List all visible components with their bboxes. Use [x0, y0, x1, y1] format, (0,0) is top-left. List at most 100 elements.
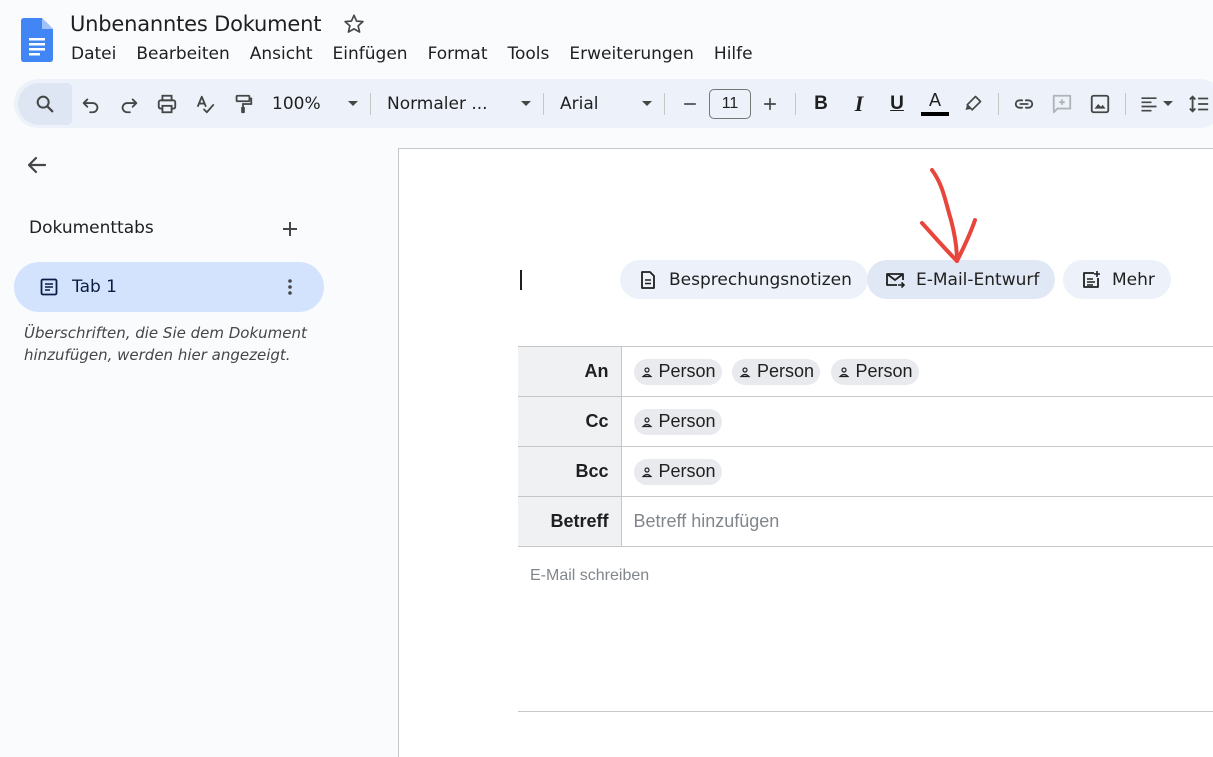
insert-link-button[interactable]	[1005, 85, 1043, 123]
text-cursor	[520, 270, 522, 290]
menu-file[interactable]: Datei	[71, 44, 116, 64]
person-chip[interactable]: Person	[633, 458, 722, 485]
title-row: Unbenanntes Dokument	[70, 12, 365, 36]
toolbar-divider	[664, 92, 665, 115]
document-title[interactable]: Unbenanntes Dokument	[70, 12, 321, 36]
line-spacing-icon	[1189, 94, 1209, 113]
person-chip-label: Person	[658, 361, 716, 381]
text-color-icon: A	[928, 90, 941, 110]
add-note-icon	[1083, 270, 1100, 288]
tabs-hint-text: Überschriften, die Sie dem Dokument hinz…	[24, 324, 307, 364]
align-left-icon	[1141, 96, 1157, 111]
to-label: An	[518, 346, 622, 397]
person-icon	[641, 416, 652, 427]
add-comment-button[interactable]	[1043, 85, 1081, 123]
search-menus-button[interactable]	[18, 82, 72, 125]
to-field[interactable]: Person Person Person	[620, 346, 1213, 397]
chevron-down-icon	[1163, 101, 1173, 106]
more-chip[interactable]: Mehr	[1063, 260, 1171, 299]
menu-help[interactable]: Hilfe	[714, 44, 753, 64]
font-size-input[interactable]: 11	[709, 88, 751, 119]
menu-format[interactable]: Format	[428, 44, 488, 64]
more-vert-icon[interactable]	[280, 277, 300, 297]
subject-label: Betreff	[518, 496, 622, 547]
subject-field[interactable]: Betreff hinzufügen	[620, 496, 1213, 547]
menu-bar: Datei Bearbeiten Ansicht Einfügen Format…	[71, 44, 773, 64]
menu-edit[interactable]: Bearbeiten	[136, 44, 229, 64]
zoom-select[interactable]: 100%	[262, 86, 364, 122]
menu-view[interactable]: Ansicht	[250, 44, 313, 64]
subject-placeholder: Betreff hinzufügen	[633, 511, 780, 531]
back-arrow-icon[interactable]	[25, 153, 49, 177]
person-chip-label: Person	[658, 411, 716, 431]
toolbar-divider	[370, 92, 371, 115]
bcc-field[interactable]: Person	[620, 446, 1213, 497]
person-chip-label: Person	[658, 461, 716, 481]
meeting-notes-chip[interactable]: Besprechungsnotizen	[620, 260, 868, 299]
font-select[interactable]: Arial	[550, 86, 658, 122]
spellcheck-button[interactable]	[186, 85, 224, 123]
menu-tools[interactable]: Tools	[508, 44, 550, 64]
insert-image-button[interactable]	[1081, 85, 1119, 123]
email-body-placeholder[interactable]: E-Mail schreiben	[530, 567, 649, 585]
notes-document-icon	[641, 270, 655, 289]
italic-icon: I	[854, 90, 864, 116]
text-color-swatch	[921, 112, 949, 116]
menu-extensions[interactable]: Erweiterungen	[569, 44, 694, 64]
to-row: An Person Person Person	[518, 346, 1213, 397]
cc-row: Cc Person	[518, 396, 1213, 447]
zoom-value: 100%	[272, 93, 321, 114]
redo-button[interactable]	[110, 85, 148, 123]
person-chip[interactable]: Person	[732, 358, 821, 385]
search-icon	[36, 95, 54, 112]
highlight-color-button[interactable]	[954, 85, 992, 123]
email-draft-table: An Person Person Person Cc Person Bcc Pe…	[518, 346, 1213, 547]
link-icon	[1014, 98, 1034, 109]
toolbar-divider	[795, 92, 796, 115]
document-page[interactable]: Besprechungsnotizen E-Mail-Entwurf Mehr …	[398, 148, 1213, 757]
document-tabs-heading: Dokumenttabs	[29, 218, 154, 238]
cc-field[interactable]: Person	[620, 396, 1213, 447]
align-select[interactable]	[1132, 85, 1180, 123]
person-icon	[641, 366, 652, 377]
line-spacing-button[interactable]	[1180, 85, 1213, 123]
email-draft-label: E-Mail-Entwurf	[916, 269, 1040, 290]
cc-label: Cc	[518, 396, 622, 447]
menu-insert[interactable]: Einfügen	[333, 44, 408, 64]
minus-icon	[684, 102, 696, 105]
text-color-button[interactable]: A	[916, 85, 954, 123]
sidebar-tab-1[interactable]: Tab 1	[14, 262, 324, 312]
plus-icon	[764, 97, 776, 110]
person-chip[interactable]: Person	[633, 408, 722, 435]
font-value: Arial	[560, 93, 599, 114]
subject-row: Betreff Betreff hinzufügen	[518, 496, 1213, 547]
increase-font-size-button[interactable]	[751, 85, 789, 123]
person-chip[interactable]: Person	[830, 358, 919, 385]
highlighter-icon	[965, 95, 982, 111]
bold-icon: B	[814, 92, 828, 114]
docs-logo-icon[interactable]	[21, 18, 53, 62]
paint-format-button[interactable]	[224, 85, 262, 123]
annotation-arrow-icon	[920, 168, 977, 263]
add-tab-icon[interactable]	[280, 219, 300, 239]
person-icon	[641, 466, 652, 477]
decrease-font-size-button[interactable]	[671, 85, 709, 123]
person-icon	[739, 366, 751, 377]
bold-button[interactable]: B	[802, 85, 840, 123]
toolbar-divider	[1125, 92, 1126, 115]
person-chip[interactable]: Person	[633, 358, 722, 385]
paint-format-icon	[235, 94, 253, 113]
paragraph-style-select[interactable]: Normaler ...	[377, 86, 537, 122]
email-draft-bottom-border	[518, 711, 1213, 712]
person-chip-label: Person	[757, 361, 815, 381]
italic-button[interactable]: I	[840, 85, 878, 123]
star-icon[interactable]	[343, 13, 365, 35]
bcc-row: Bcc Person	[518, 446, 1213, 497]
undo-button[interactable]	[72, 85, 110, 123]
tab-label: Tab 1	[72, 277, 117, 297]
toolbar-divider	[543, 92, 544, 115]
add-comment-icon	[1052, 94, 1072, 113]
underline-button[interactable]: U	[878, 85, 916, 123]
spellcheck-icon	[196, 95, 215, 113]
print-button[interactable]	[148, 85, 186, 123]
